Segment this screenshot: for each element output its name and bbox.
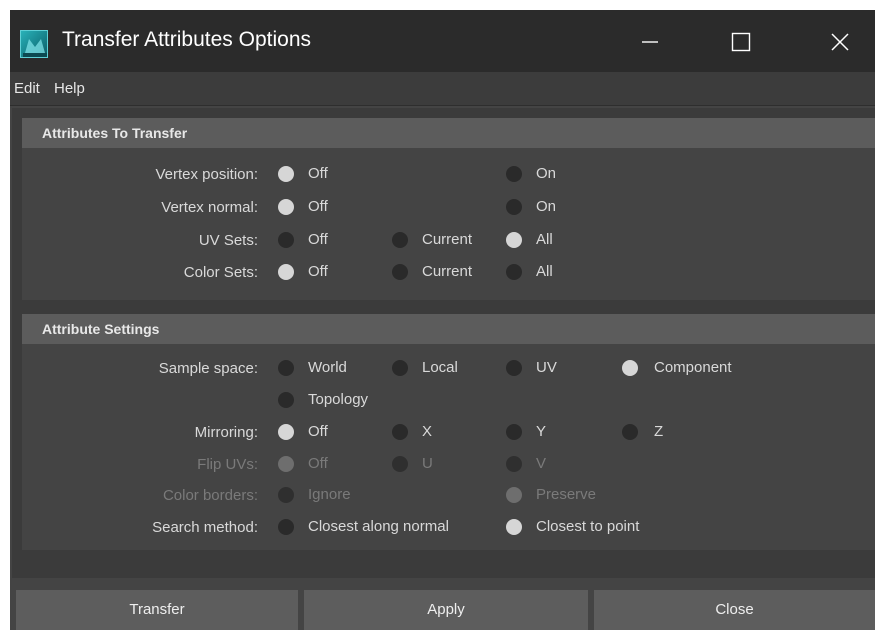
options-content: Attributes To Transfer Vertex position: … <box>12 108 875 578</box>
menu-edit[interactable]: Edit <box>14 80 40 97</box>
color-sets-label: Color Sets: <box>183 264 258 281</box>
color-borders-preserve-radio <box>506 487 522 503</box>
color-sets-current-radio[interactable] <box>392 264 408 280</box>
maximize-button[interactable] <box>716 20 766 64</box>
color-borders-preserve-label: Preserve <box>536 486 597 503</box>
search-method-closest-along-normal-label: Closest along normal <box>308 518 449 535</box>
mirroring-off-radio[interactable] <box>278 424 294 440</box>
color-sets-current-label: Current <box>422 263 473 280</box>
transfer-button[interactable]: Transfer <box>16 590 298 630</box>
title-bar[interactable]: Transfer Attributes Options <box>10 10 875 72</box>
section-body-attributes-to-transfer: Vertex position: Off On Vertex normal: O… <box>22 148 875 300</box>
flip-uvs-label: Flip UVs: <box>197 456 258 473</box>
search-method-closest-to-point-label: Closest to point <box>536 518 640 535</box>
close-window-button[interactable] <box>815 20 865 64</box>
uv-sets-all-radio[interactable] <box>506 232 522 248</box>
vertex-position-off-radio[interactable] <box>278 166 294 182</box>
section-header-attribute-settings[interactable]: Attribute Settings <box>22 314 875 344</box>
color-sets-all-label: All <box>536 263 553 280</box>
sample-space-uv-label: UV <box>536 359 557 376</box>
uv-sets-current-radio[interactable] <box>392 232 408 248</box>
mirroring-z-radio[interactable] <box>622 424 638 440</box>
vertex-position-label: Vertex position: <box>155 166 258 183</box>
sample-space-local-label: Local <box>422 359 458 376</box>
mirroring-z-label: Z <box>654 423 664 440</box>
close-button[interactable]: Close <box>594 590 875 630</box>
flip-uvs-off-label: Off <box>308 455 328 472</box>
search-method-label: Search method: <box>152 519 258 536</box>
search-method-closest-along-normal-radio[interactable] <box>278 519 294 535</box>
flip-uvs-u-radio <box>392 456 408 472</box>
flip-uvs-u-label: U <box>422 455 433 472</box>
menu-bar: Edit Help <box>10 72 875 106</box>
maximize-icon <box>731 32 751 52</box>
mirroring-label: Mirroring: <box>194 424 258 441</box>
window-title: Transfer Attributes Options <box>62 28 311 51</box>
mirroring-y-label: Y <box>536 423 547 440</box>
flip-uvs-off-radio <box>278 456 294 472</box>
uv-sets-all-label: All <box>536 231 553 248</box>
sample-space-uv-radio[interactable] <box>506 360 522 376</box>
menu-help[interactable]: Help <box>54 80 85 97</box>
search-method-closest-to-point-radio[interactable] <box>506 519 522 535</box>
vertex-normal-on-radio[interactable] <box>506 199 522 215</box>
color-sets-all-radio[interactable] <box>506 264 522 280</box>
sample-space-topology-label: Topology <box>308 391 369 408</box>
uv-sets-current-label: Current <box>422 231 473 248</box>
vertex-normal-on-label: On <box>536 198 557 215</box>
vertex-normal-off-radio[interactable] <box>278 199 294 215</box>
vertex-position-on-radio[interactable] <box>506 166 522 182</box>
color-sets-off-radio[interactable] <box>278 264 294 280</box>
minimize-button[interactable] <box>625 20 675 64</box>
color-sets-off-label: Off <box>308 263 328 280</box>
sample-space-world-label: World <box>308 359 347 376</box>
vertex-normal-off-label: Off <box>308 198 328 215</box>
color-borders-ignore-radio <box>278 487 294 503</box>
mirroring-x-label: X <box>422 423 433 440</box>
sample-space-component-label: Component <box>654 359 732 376</box>
mirroring-off-label: Off <box>308 423 328 440</box>
vertex-position-off-label: Off <box>308 165 328 182</box>
sample-space-world-radio[interactable] <box>278 360 294 376</box>
maya-app-icon <box>20 30 48 58</box>
vertex-normal-label: Vertex normal: <box>161 199 258 216</box>
mirroring-y-radio[interactable] <box>506 424 522 440</box>
color-borders-label: Color borders: <box>162 487 258 504</box>
transfer-attributes-window: Transfer Attributes Options Edit Help At… <box>10 10 875 630</box>
minimize-icon <box>642 41 658 43</box>
uv-sets-off-radio[interactable] <box>278 232 294 248</box>
section-body-attribute-settings: Sample space: World Local UV Component T… <box>22 344 875 550</box>
mirroring-x-radio[interactable] <box>392 424 408 440</box>
sample-space-local-radio[interactable] <box>392 360 408 376</box>
sample-space-label: Sample space: <box>158 360 258 377</box>
uv-sets-off-label: Off <box>308 231 328 248</box>
uv-sets-label: UV Sets: <box>198 232 258 249</box>
close-icon <box>831 33 849 51</box>
sample-space-component-radio[interactable] <box>622 360 638 376</box>
sample-space-topology-radio[interactable] <box>278 392 294 408</box>
flip-uvs-v-radio <box>506 456 522 472</box>
apply-button[interactable]: Apply <box>304 590 588 630</box>
color-borders-ignore-label: Ignore <box>308 486 351 503</box>
flip-uvs-v-label: V <box>536 455 547 472</box>
vertex-position-on-label: On <box>536 165 557 182</box>
section-header-attributes-to-transfer[interactable]: Attributes To Transfer <box>22 118 875 148</box>
